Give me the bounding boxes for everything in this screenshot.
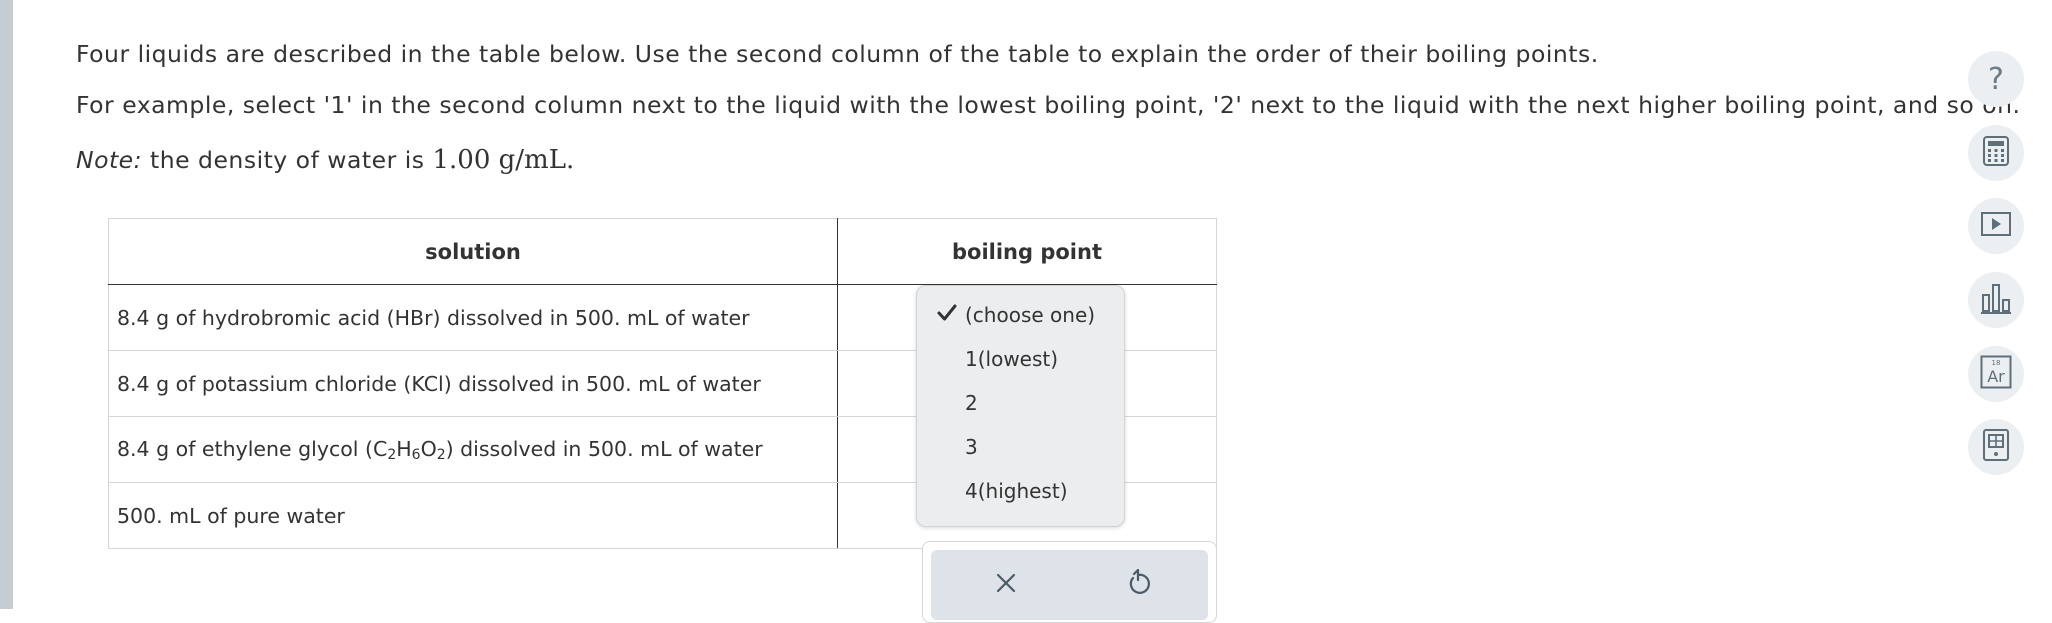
periodic-table-button[interactable]: 18 Ar xyxy=(1968,346,2024,402)
solution-text: ) dissolved in 500. mL of water xyxy=(445,436,763,461)
solution-cell: 500. mL of pure water xyxy=(108,482,838,549)
note-value: 1.00 g/mL. xyxy=(432,145,575,175)
answer-button-panel xyxy=(922,541,1217,623)
header-boiling-point: boiling point xyxy=(837,218,1217,285)
undo-icon xyxy=(1125,568,1151,601)
solution-text: H xyxy=(396,436,412,461)
calculator-button[interactable] xyxy=(1968,125,2024,181)
calculator-icon xyxy=(1982,135,2010,171)
periodic-number: 18 xyxy=(1992,359,2001,367)
undo-button[interactable] xyxy=(1121,568,1155,602)
solution-cell: 8.4 g of potassium chloride (KCl) dissol… xyxy=(108,350,838,417)
answer-button-bar xyxy=(931,550,1208,620)
bar-chart-icon xyxy=(1980,281,2012,319)
reference-book-icon xyxy=(1981,428,2011,466)
close-icon xyxy=(995,572,1017,598)
table-header-row: solution boiling point xyxy=(108,218,1217,285)
solution-text: 8.4 g of ethylene glycol (C xyxy=(117,436,388,461)
dropdown-option-4-highest[interactable]: 4(highest) xyxy=(965,479,1068,503)
note-label: Note: xyxy=(76,146,143,174)
subscript: 2 xyxy=(436,446,446,463)
help-icon: ? xyxy=(1988,61,2004,97)
header-solution: solution xyxy=(108,218,838,285)
question-example: For example, select '1' in the second co… xyxy=(76,91,2021,119)
question-intro: Four liquids are described in the table … xyxy=(76,40,1599,68)
note-text: the density of water is xyxy=(142,146,433,174)
dropdown-option-1-lowest[interactable]: 1(lowest) xyxy=(965,347,1058,371)
subscript: 2 xyxy=(387,446,397,463)
reference-button[interactable] xyxy=(1968,419,2024,475)
checkmark-icon xyxy=(937,304,957,326)
dropdown-option-3[interactable]: 3 xyxy=(965,435,978,459)
subscript: 6 xyxy=(411,446,421,463)
clear-button[interactable] xyxy=(989,568,1023,602)
boiling-point-dropdown-menu[interactable]: (choose one) 1(lowest) 2 3 4(highest) xyxy=(916,285,1125,527)
left-edge-bar xyxy=(0,0,13,609)
dropdown-option-choose-one[interactable]: (choose one) xyxy=(965,303,1095,327)
solution-cell: 8.4 g of hydrobromic acid (HBr) dissolve… xyxy=(108,284,838,351)
dropdown-option-2[interactable]: 2 xyxy=(965,391,978,415)
solution-cell: 8.4 g of ethylene glycol (C2H6O2) dissol… xyxy=(108,416,838,483)
periodic-table-icon: 18 Ar xyxy=(1980,355,2012,393)
solution-text: O xyxy=(420,436,437,461)
help-button[interactable]: ? xyxy=(1968,51,2024,107)
periodic-symbol: Ar xyxy=(1987,367,2005,386)
data-chart-button[interactable] xyxy=(1968,272,2024,328)
video-icon xyxy=(1980,211,2012,241)
video-button[interactable] xyxy=(1968,198,2024,254)
question-note: Note: the density of water is 1.00 g/mL. xyxy=(76,145,574,175)
